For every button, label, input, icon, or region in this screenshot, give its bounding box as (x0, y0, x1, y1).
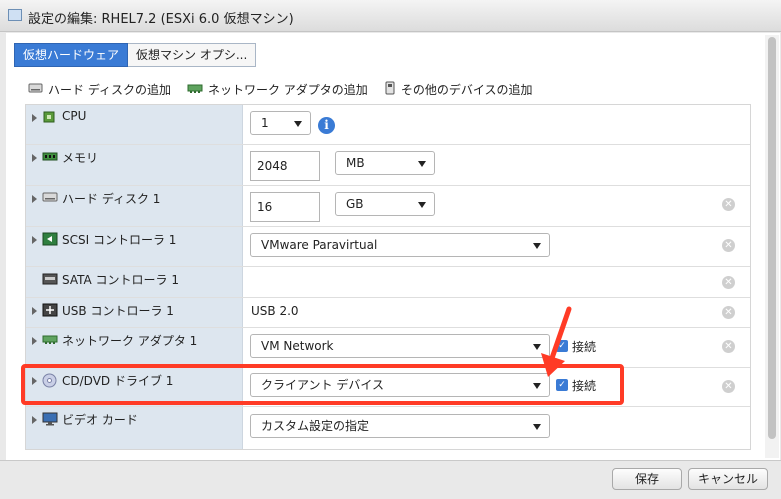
device-row-usb-controller: USB コントローラ 1 USB 2.0 ✕ (26, 298, 750, 328)
save-button[interactable]: 保存 (612, 468, 682, 490)
add-other-device-button[interactable]: その他のデバイスの追加 (384, 81, 533, 98)
remove-device-icon[interactable]: ✕ (722, 306, 735, 319)
tab-bar: 仮想ハードウェア 仮想マシン オプシ... (14, 43, 257, 67)
expand-arrow-icon[interactable] (32, 307, 37, 315)
add-disk-button[interactable]: ハード ディスクの追加 (28, 81, 171, 98)
device-label-cell: USB コントローラ 1 (26, 298, 243, 327)
network-select[interactable]: VM Network (250, 334, 550, 358)
memory-icon (42, 150, 58, 165)
window-title: 設定の編集: RHEL7.2 (ESXi 6.0 仮想マシン) (28, 12, 294, 27)
remove-device-icon[interactable]: ✕ (722, 380, 735, 393)
tab-vm-options[interactable]: 仮想マシン オプシ... (128, 43, 257, 67)
device-toolbar: ハード ディスクの追加 ネットワーク アダプタの追加 その他のデバイスの追加 (28, 81, 548, 97)
monitor-icon (42, 412, 58, 429)
add-disk-label: ハード ディスクの追加 (48, 82, 171, 97)
highlight-box (21, 364, 624, 405)
scsi-type-select[interactable]: VMware Paravirtual (250, 233, 550, 257)
scsi-controller-icon (42, 232, 58, 249)
hard-disk-icon (28, 82, 43, 97)
expand-arrow-icon[interactable] (32, 114, 37, 122)
chevron-down-icon (294, 121, 302, 127)
cpu-icon (42, 110, 56, 127)
scrollbar-thumb[interactable] (768, 37, 776, 439)
vertical-scrollbar[interactable] (765, 35, 779, 458)
device-icon (384, 81, 396, 98)
chevron-down-icon (418, 202, 426, 208)
remove-device-icon[interactable]: ✕ (722, 340, 735, 353)
usb-version-value: USB 2.0 (251, 304, 299, 318)
cpu-count-select[interactable]: 1 (250, 111, 311, 135)
cpu-count-value: 1 (261, 116, 269, 130)
device-row-memory: メモリ 2048 MB (26, 145, 750, 186)
add-other-device-label: その他のデバイスの追加 (400, 82, 533, 97)
expand-arrow-icon[interactable] (32, 195, 37, 203)
device-name: メモリ (62, 151, 99, 165)
device-name: USB コントローラ 1 (62, 304, 174, 318)
disk-unit-select[interactable]: GB (335, 192, 435, 216)
remove-device-icon[interactable]: ✕ (722, 276, 735, 289)
disk-size-input[interactable]: 16 (250, 192, 320, 222)
device-label-cell: SATA コントローラ 1 (26, 267, 243, 297)
annotation-arrow-icon (541, 306, 572, 377)
device-label-cell: メモリ (26, 145, 243, 185)
disk-unit-value: GB (346, 197, 364, 211)
device-row-video-card: ビデオ カード カスタム設定の指定 (26, 407, 750, 449)
device-label-cell: ビデオ カード (26, 407, 243, 449)
chevron-down-icon (533, 424, 541, 430)
device-row-hard-disk: ハード ディスク 1 16 GB ✕ (26, 186, 750, 227)
device-name: CPU (62, 109, 87, 123)
memory-size-input[interactable]: 2048 (250, 151, 320, 181)
device-label-cell: SCSI コントローラ 1 (26, 227, 243, 266)
usb-icon (42, 303, 58, 320)
device-row-cpu: CPU 1 i (26, 105, 750, 145)
window-titlebar: 設定の編集: RHEL7.2 (ESXi 6.0 仮想マシン) (0, 0, 781, 32)
network-value: VM Network (261, 339, 334, 353)
remove-device-icon[interactable]: ✕ (722, 239, 735, 252)
network-adapter-icon (187, 82, 203, 97)
sata-controller-icon (42, 272, 58, 289)
expand-arrow-icon[interactable] (32, 236, 37, 244)
tab-virtual-hardware[interactable]: 仮想ハードウェア (14, 43, 129, 67)
device-name: SCSI コントローラ 1 (62, 233, 177, 247)
cancel-button[interactable]: キャンセル (688, 468, 768, 490)
device-label-cell: ハード ディスク 1 (26, 186, 243, 226)
chevron-down-icon (533, 243, 541, 249)
add-nic-label: ネットワーク アダプタの追加 (207, 82, 368, 97)
device-row-scsi-controller: SCSI コントローラ 1 VMware Paravirtual ✕ (26, 227, 750, 267)
vm-icon (8, 9, 22, 21)
device-name: ビデオ カード (62, 413, 138, 427)
hard-disk-icon (42, 191, 58, 206)
video-card-settings-select[interactable]: カスタム設定の指定 (250, 414, 550, 438)
add-nic-button[interactable]: ネットワーク アダプタの追加 (187, 81, 368, 98)
network-adapter-icon (42, 333, 58, 348)
device-label-cell: ネットワーク アダプタ 1 (26, 328, 243, 367)
remove-device-icon[interactable]: ✕ (722, 198, 735, 211)
expand-arrow-icon[interactable] (32, 154, 37, 162)
device-name: SATA コントローラ 1 (62, 273, 179, 287)
memory-unit-select[interactable]: MB (335, 151, 435, 175)
device-row-network-adapter: ネットワーク アダプタ 1 VM Network ✓ 接続 ✕ (26, 328, 750, 368)
device-label-cell: CPU (26, 105, 243, 144)
expand-arrow-icon[interactable] (32, 337, 37, 345)
scsi-type-value: VMware Paravirtual (261, 238, 378, 252)
video-card-settings-value: カスタム設定の指定 (261, 419, 370, 433)
device-name: ハード ディスク 1 (62, 192, 161, 206)
device-name: ネットワーク アダプタ 1 (62, 334, 198, 348)
info-icon[interactable]: i (318, 117, 335, 134)
dialog-footer: 保存 キャンセル (0, 460, 781, 499)
device-row-sata-controller: SATA コントローラ 1 ✕ (26, 267, 750, 298)
memory-unit-value: MB (346, 156, 365, 170)
expand-arrow-icon[interactable] (32, 416, 37, 424)
chevron-down-icon (418, 161, 426, 167)
